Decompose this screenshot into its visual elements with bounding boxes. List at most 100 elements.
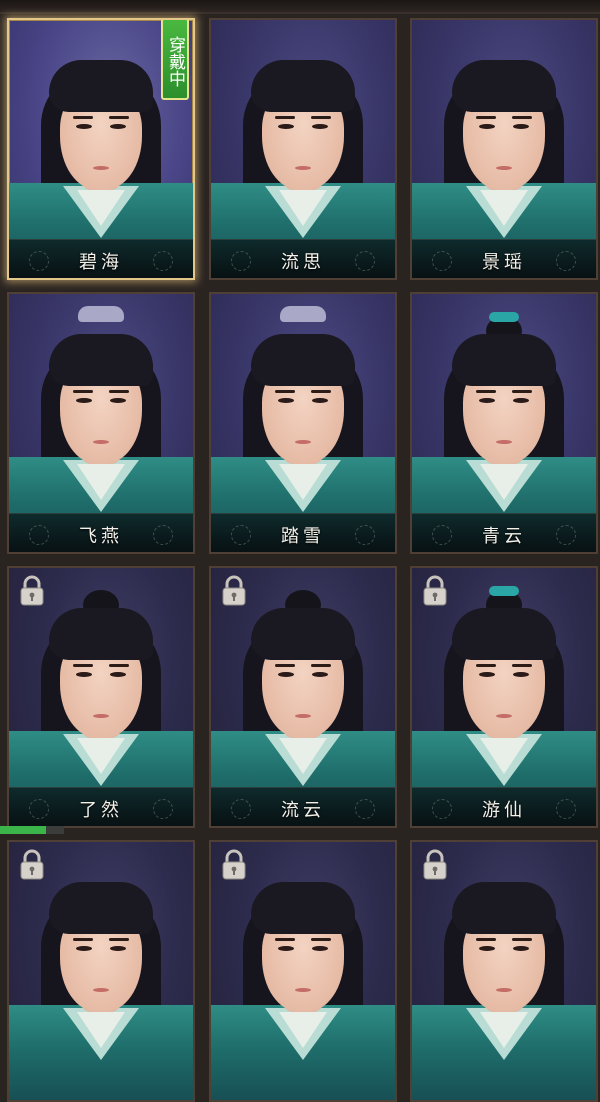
hairstyle-card[interactable]: 景瑶 <box>410 18 598 280</box>
robe-inner-collar <box>480 464 528 500</box>
robe-inner-collar <box>279 1012 327 1048</box>
hair-crown <box>78 306 124 322</box>
eye <box>278 398 294 403</box>
eye <box>76 946 92 951</box>
hairstyle-card[interactable] <box>410 840 598 1102</box>
robe-inner-collar <box>77 464 125 500</box>
hair-fringe <box>452 608 556 660</box>
eye <box>110 398 126 403</box>
mouth <box>496 440 512 444</box>
hairstyle-name: 景瑶 <box>482 252 526 273</box>
brow <box>109 116 129 119</box>
name-strip: 青云 <box>412 513 596 552</box>
robe-inner-collar <box>279 190 327 226</box>
name-strip: 流云 <box>211 787 395 826</box>
name-strip: 游仙 <box>412 787 596 826</box>
side-progress-fill <box>0 826 47 834</box>
hair-fringe <box>452 882 556 934</box>
brow <box>476 116 496 119</box>
hairstyle-card[interactable]: 碧海 穿戴中 <box>7 18 195 280</box>
hair-fringe <box>49 60 153 112</box>
hairstyle-name: 踏雪 <box>281 526 325 547</box>
hairstyle-name: 青云 <box>482 526 526 547</box>
robe-inner-collar <box>480 190 528 226</box>
brow <box>275 390 295 393</box>
brow <box>512 116 532 119</box>
mouth <box>496 988 512 992</box>
brow <box>512 664 532 667</box>
hairstyle-card[interactable]: 流思 <box>209 18 397 280</box>
eye <box>278 946 294 951</box>
eye <box>76 398 92 403</box>
robe-inner-collar <box>279 738 327 774</box>
eye <box>479 946 495 951</box>
wearing-badge: 穿戴中 <box>161 20 189 100</box>
brow <box>311 390 331 393</box>
hairstyle-card[interactable]: 了然 <box>7 566 195 828</box>
brow <box>109 938 129 941</box>
mouth <box>295 988 311 992</box>
eye <box>479 124 495 129</box>
lock-icon <box>219 574 249 608</box>
eye <box>76 124 92 129</box>
eye <box>479 672 495 677</box>
hairstyle-name: 了然 <box>79 800 123 821</box>
lock-icon <box>420 848 450 882</box>
brow <box>476 390 496 393</box>
lock-icon <box>219 848 249 882</box>
brow <box>311 116 331 119</box>
hairstyle-card[interactable]: 流云 <box>209 566 397 828</box>
brow <box>275 116 295 119</box>
hair-fringe <box>49 882 153 934</box>
hairstyle-grid: 碧海 穿戴中 流思 景瑶飞燕 踏雪 青云了然 流云 游仙 <box>0 0 600 1102</box>
eye <box>76 672 92 677</box>
robe-inner-collar <box>480 738 528 774</box>
brow <box>275 664 295 667</box>
hair-fringe <box>452 334 556 386</box>
hairstyle-card[interactable]: 游仙 <box>410 566 598 828</box>
hair-fringe <box>251 334 355 386</box>
brow <box>73 116 93 119</box>
eye <box>278 672 294 677</box>
lock-icon <box>17 848 47 882</box>
name-strip: 了然 <box>9 787 193 826</box>
hairstyle-name: 飞燕 <box>79 526 123 547</box>
robe-inner-collar <box>77 190 125 226</box>
side-progress-bar <box>0 826 64 834</box>
hairstyle-name: 碧海 <box>79 252 123 273</box>
mouth <box>295 714 311 718</box>
eye <box>110 946 126 951</box>
brow <box>512 390 532 393</box>
eye <box>110 672 126 677</box>
hairstyle-card[interactable]: 踏雪 <box>209 292 397 554</box>
brow <box>311 664 331 667</box>
eye <box>110 124 126 129</box>
brow <box>476 664 496 667</box>
hairstyle-name: 流云 <box>281 800 325 821</box>
robe-inner-collar <box>480 1012 528 1048</box>
brow <box>73 664 93 667</box>
lock-icon <box>420 574 450 608</box>
hairstyle-card[interactable] <box>209 840 397 1102</box>
brow <box>73 390 93 393</box>
eye <box>278 124 294 129</box>
mouth <box>295 440 311 444</box>
brow <box>109 664 129 667</box>
hair-fringe <box>49 608 153 660</box>
hair-fringe <box>49 334 153 386</box>
mouth <box>93 714 109 718</box>
mouth <box>93 440 109 444</box>
eye <box>513 124 529 129</box>
lock-icon <box>17 574 47 608</box>
mouth <box>496 166 512 170</box>
hair-fringe <box>251 608 355 660</box>
hair-fringe <box>452 60 556 112</box>
hairstyle-card[interactable]: 飞燕 <box>7 292 195 554</box>
robe-inner-collar <box>279 464 327 500</box>
mouth <box>496 714 512 718</box>
hairstyle-card[interactable] <box>7 840 195 1102</box>
robe-inner-collar <box>77 738 125 774</box>
hairstyle-card[interactable]: 青云 <box>410 292 598 554</box>
mouth <box>295 166 311 170</box>
brow <box>476 938 496 941</box>
